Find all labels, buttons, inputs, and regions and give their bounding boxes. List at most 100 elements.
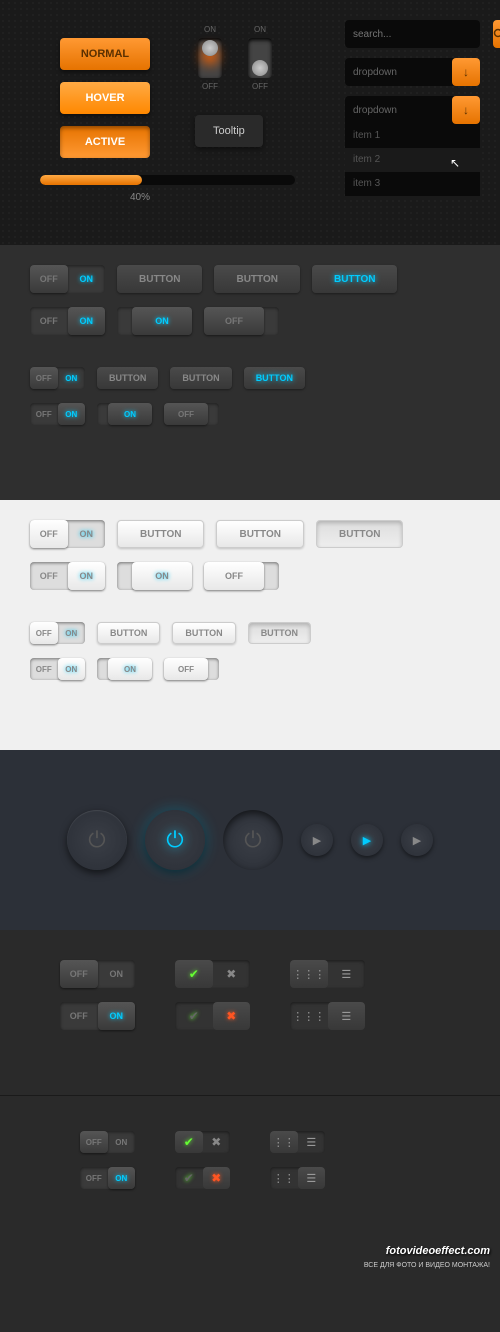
toggle-on-label: ON [132,307,192,335]
toggle-on-label: ON [98,1002,136,1030]
toggle-on-small[interactable]: OFFON [80,1167,135,1189]
dropdown-label: dropdown [353,67,397,78]
toggle-off-small-wide[interactable]: OFF [164,658,219,680]
power-button-on[interactable]: ⏻ [145,810,205,870]
toggle-on-wide[interactable]: ON [117,307,192,335]
toggle-on[interactable]: OFFON [30,562,105,590]
toggle-on-label: ON [108,1131,136,1153]
power-button-pressed[interactable]: ⏻ [223,810,283,870]
x-icon: ✖ [213,960,251,988]
check-icon: ✔ [175,1002,213,1030]
physical-switch-off[interactable]: ON OFF [240,25,280,91]
view-toggle-list-small[interactable]: ⋮⋮☰ [270,1167,325,1189]
toggle-on-label: ON [58,622,86,644]
play-button-active[interactable]: ▶ [351,824,383,856]
view-toggle-grid[interactable]: ⋮⋮⋮☰ [290,960,365,988]
list-icon: ☰ [298,1131,326,1153]
toggle-off-label: OFF [30,403,58,425]
dropdown-arrow-icon: ↓ [452,96,480,124]
button-active[interactable]: BUTTON [312,265,397,293]
grid-icon: ⋮⋮ [270,1131,298,1153]
list-icon: ☰ [298,1167,326,1189]
toggle-off-small[interactable]: OFFON [30,622,85,644]
button-small[interactable]: BUTTON [170,367,231,389]
list-icon: ☰ [328,1002,366,1030]
button-hover[interactable]: BUTTON [214,265,299,293]
power-icon: ⏻ [244,827,261,853]
dropdown-closed[interactable]: dropdown ↓ [345,58,480,86]
toggle-on-label: ON [108,1167,136,1189]
toggle-off-label: OFF [204,307,264,335]
toggle-on-label: ON [68,307,106,335]
toggle-off-label: OFF [30,367,58,389]
power-button-off[interactable]: ⏻ [67,810,127,870]
toggle-off-label: OFF [80,1131,108,1153]
button-hover[interactable]: BUTTON [216,520,303,548]
toggle-off[interactable]: OFFON [60,960,135,988]
toggle-off-label: OFF [164,403,208,425]
toggle-off-label: OFF [30,520,68,548]
power-button-section: ⏻ ⏻ ⏻ ▶ ▶ ▶ [0,750,500,930]
toggle-off-small[interactable]: OFFON [30,367,85,389]
check-toggle-on[interactable]: ✔✖ [175,960,250,988]
icon-toggle-small-section: OFFON ✔✖ ⋮⋮☰ OFFON ✔✖ ⋮⋮☰ fotovideoeffec… [0,1095,500,1265]
play-button[interactable]: ▶ [301,824,333,856]
view-toggle-list[interactable]: ⋮⋮⋮☰ [290,1002,365,1030]
hover-button[interactable]: HOVER [60,82,150,114]
toggle-off-wide[interactable]: OFF [204,562,279,590]
check-toggle-off[interactable]: ✔✖ [175,1002,250,1030]
toggle-off[interactable]: OFFON [30,265,105,293]
toggle-on-label: ON [68,520,106,548]
toggle-off-small-wide[interactable]: OFF [164,403,219,425]
normal-button[interactable]: NORMAL [60,38,150,70]
search-input[interactable] [345,20,493,48]
check-toggle-on-small[interactable]: ✔✖ [175,1131,230,1153]
check-toggle-off-small[interactable]: ✔✖ [175,1167,230,1189]
toggle-off-wide[interactable]: OFF [204,307,279,335]
toggle-off-small[interactable]: OFFON [80,1131,135,1153]
toggle-on-label: ON [108,658,152,680]
physical-switch-on[interactable]: ON OFF [190,25,230,91]
play-button-pressed[interactable]: ▶ [401,824,433,856]
icon-toggle-section: OFFON ✔✖ ⋮⋮⋮☰ OFFON ✔✖ ⋮⋮⋮☰ [0,930,500,1095]
dropdown-item[interactable]: item 2↖ [345,148,480,172]
toggle-on-small-wide[interactable]: ON [97,658,152,680]
grid-icon: ⋮⋮⋮ [290,1002,328,1030]
light-button-section: OFFON BUTTON BUTTON BUTTON OFFON ON OFF … [0,500,500,750]
toggle-on-small[interactable]: OFFON [30,658,85,680]
grid-icon: ⋮⋮ [270,1167,298,1189]
button-small-active[interactable]: BUTTON [244,367,305,389]
dropdown-item[interactable]: item 3 [345,172,480,196]
toggle-on-wide[interactable]: ON [117,562,192,590]
toggle-off-label: OFF [30,658,58,680]
switch-knob-icon [252,60,268,76]
toggle-on-small-wide[interactable]: ON [97,403,152,425]
button-small-pressed[interactable]: BUTTON [248,622,311,644]
active-button[interactable]: ACTIVE [60,126,150,158]
button-small[interactable]: BUTTON [97,622,160,644]
dropdown-open[interactable]: dropdown ↓ [345,96,480,124]
toggle-off-label: OFF [80,1167,108,1189]
switch-on-label: ON [204,25,216,34]
toggle-on-label: ON [58,367,86,389]
toggle-off-label: OFF [30,562,68,590]
play-icon: ▶ [413,834,421,847]
button-pressed[interactable]: BUTTON [316,520,403,548]
toggle-off-label: OFF [204,562,264,590]
search-button[interactable] [493,20,500,48]
toggle-on[interactable]: OFFON [60,1002,135,1030]
dropdown-item[interactable]: item 1 [345,124,480,148]
button-small[interactable]: BUTTON [172,622,235,644]
switch-off-label: OFF [202,82,218,91]
toggle-on[interactable]: OFFON [30,307,105,335]
progress-bar[interactable] [40,175,295,185]
button-normal[interactable]: BUTTON [117,520,204,548]
toggle-off[interactable]: OFFON [30,520,105,548]
toggle-on-label: ON [132,562,192,590]
dropdown-arrow-icon: ↓ [452,58,480,86]
toggle-on-label: ON [68,562,106,590]
toggle-on-small[interactable]: OFFON [30,403,85,425]
button-normal[interactable]: BUTTON [117,265,202,293]
button-small[interactable]: BUTTON [97,367,158,389]
view-toggle-grid-small[interactable]: ⋮⋮☰ [270,1131,325,1153]
